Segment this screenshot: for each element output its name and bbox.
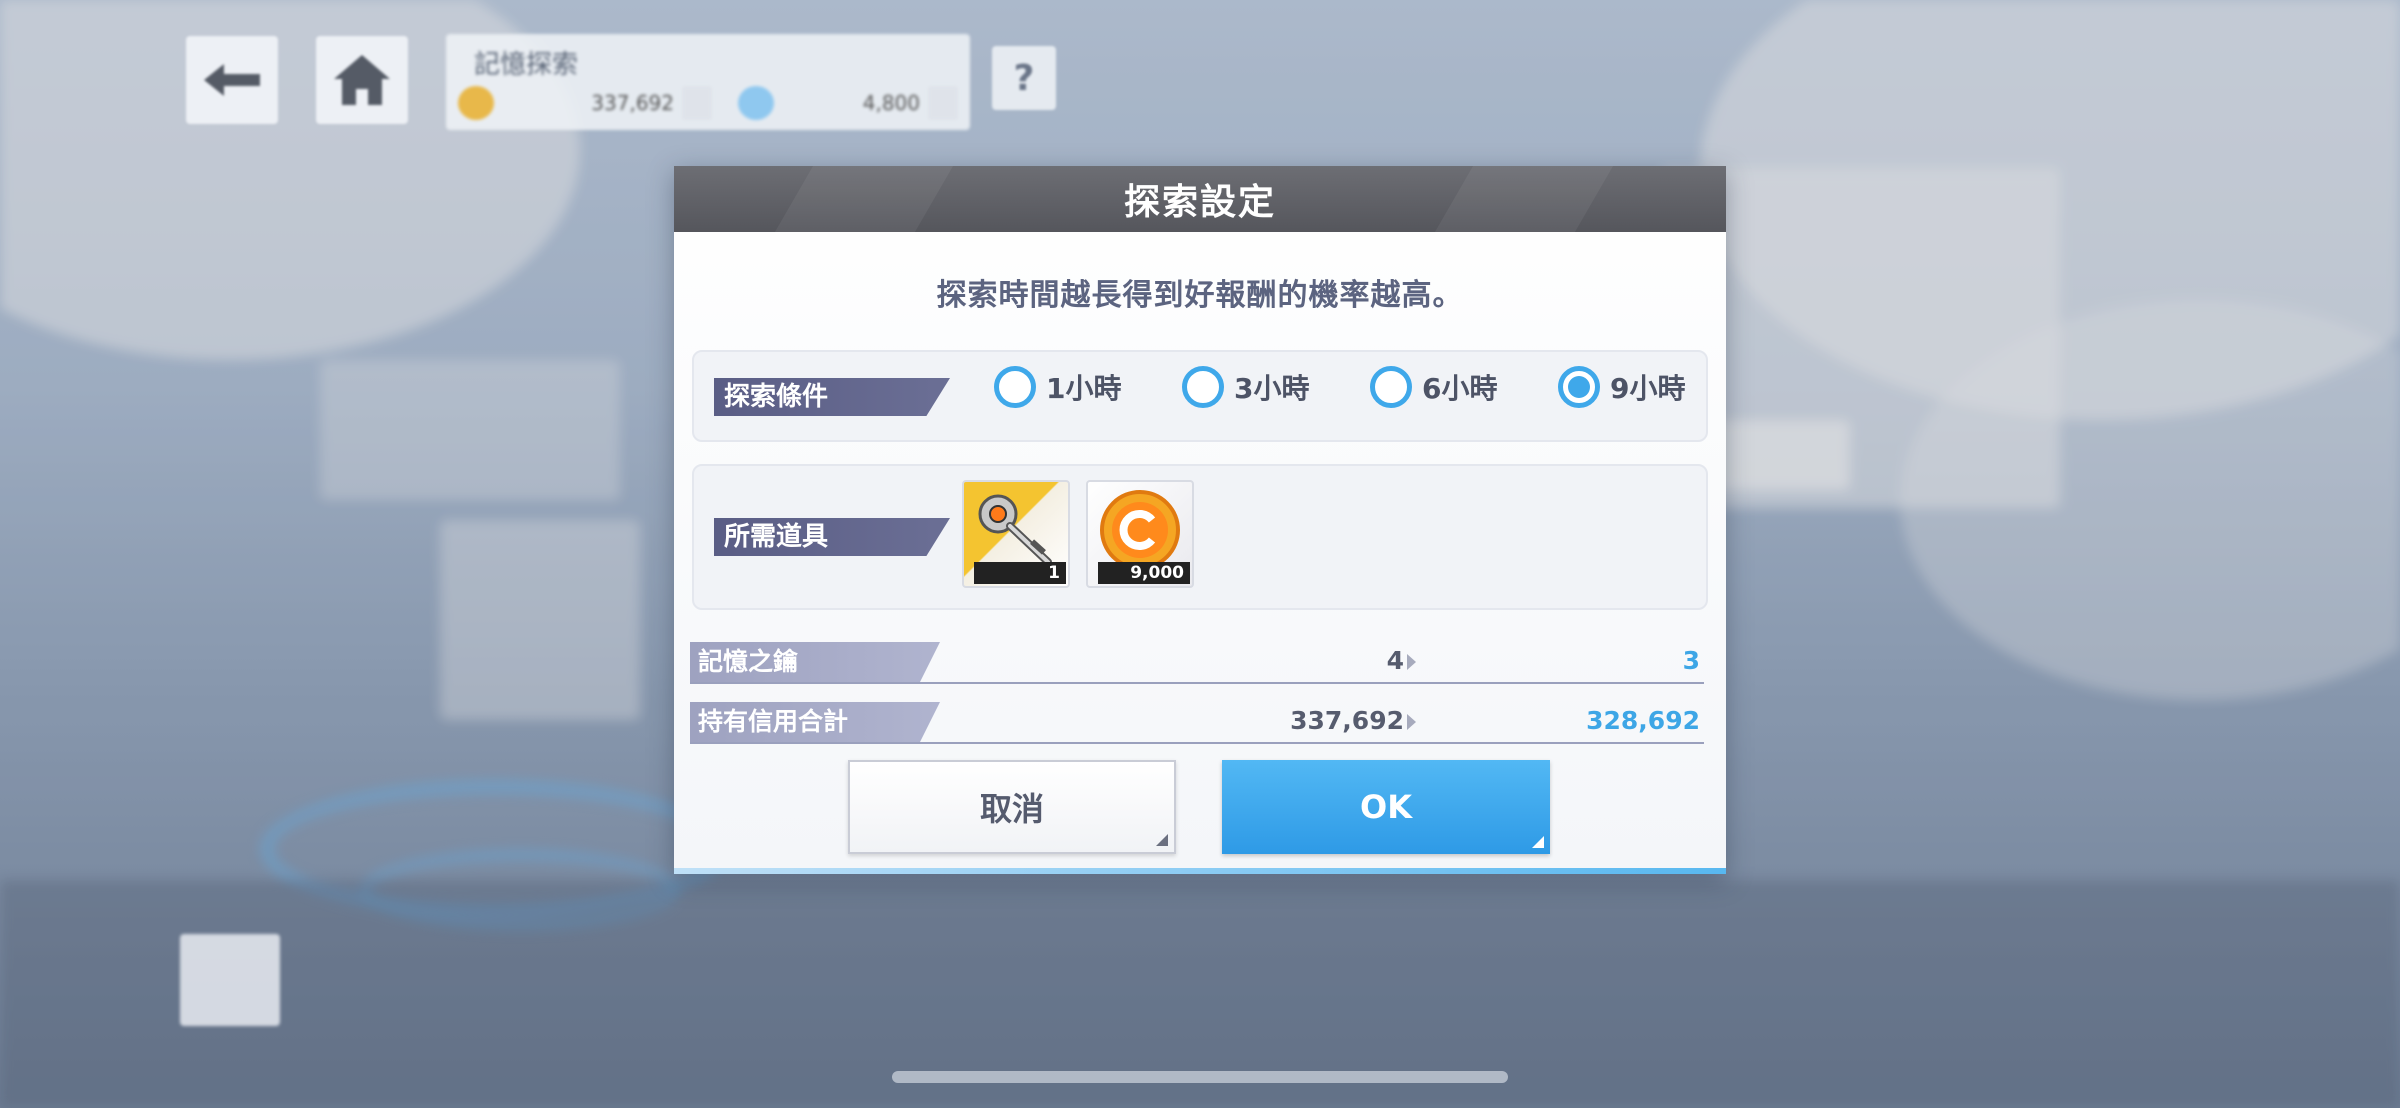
cancel-button[interactable]: 取消 — [848, 760, 1176, 854]
cancel-button-label: 取消 — [979, 790, 1044, 828]
gem-amount: 4,800 — [862, 91, 920, 115]
credit-coin-item[interactable]: 9,000 — [1086, 480, 1194, 588]
stat-label: 記憶之鑰 — [690, 642, 940, 682]
radio-circle-selected — [1558, 366, 1600, 408]
radio-label: 9小時 — [1610, 372, 1686, 405]
add-currency-button[interactable] — [682, 86, 712, 120]
resource-title: 記憶探索 — [474, 50, 579, 80]
home-indicator — [892, 1071, 1508, 1083]
explore-settings-dialog: 探索設定 探索時間越長得到好報酬的機率越高。 探索條件 1小時 3小時 6小時 … — [674, 166, 1726, 874]
home-button[interactable] — [316, 36, 408, 124]
memory-key-icon — [978, 494, 1052, 566]
corner-decoration-icon — [1532, 836, 1544, 848]
credit-coin-icon — [1100, 490, 1180, 570]
radio-3-hours[interactable]: 3小時 — [1182, 366, 1309, 408]
coin-icon — [458, 86, 494, 120]
stat-before: 337,692 — [1290, 706, 1404, 735]
radio-circle — [994, 366, 1036, 408]
required-items-box: 所需道具 1 9,000 — [692, 464, 1708, 610]
help-icon: ? — [1013, 57, 1035, 99]
radio-label: 6小時 — [1422, 372, 1498, 405]
condition-label: 探索條件 — [714, 378, 950, 416]
radio-circle — [1182, 366, 1224, 408]
back-arrow-icon — [204, 64, 260, 96]
radio-circle — [1370, 366, 1412, 408]
stat-row-memory-key: 記憶之鑰 4 3 — [690, 642, 1704, 684]
radio-label: 3小時 — [1234, 372, 1310, 405]
home-icon — [334, 55, 390, 105]
radio-9-hours[interactable]: 9小時 — [1558, 366, 1685, 408]
item-count: 1 — [974, 562, 1066, 584]
arrow-right-icon — [1407, 654, 1416, 670]
stat-row-credit-total: 持有信用合計 337,692 328,692 — [690, 702, 1704, 744]
add-gem-button[interactable] — [928, 86, 958, 120]
condition-box: 探索條件 1小時 3小時 6小時 9小時 — [692, 350, 1708, 442]
chat-button[interactable] — [180, 934, 280, 1026]
stat-after: 3 — [1682, 646, 1700, 675]
arrow-right-icon — [1407, 714, 1416, 730]
resource-panel: 記憶探索 337,692 4,800 — [446, 34, 970, 130]
item-count: 9,000 — [1098, 562, 1190, 584]
stat-before: 4 — [1386, 646, 1404, 675]
stat-after: 328,692 — [1586, 706, 1700, 735]
radio-label: 1小時 — [1046, 372, 1122, 405]
corner-decoration-icon — [1156, 834, 1168, 846]
ok-button[interactable]: OK — [1222, 760, 1550, 854]
gem-icon — [738, 86, 774, 120]
help-button[interactable]: ? — [992, 46, 1056, 110]
stat-label: 持有信用合計 — [690, 702, 940, 742]
ok-button-label: OK — [1360, 788, 1412, 826]
required-items-label: 所需道具 — [714, 518, 950, 556]
dialog-description: 探索時間越長得到好報酬的機率越高。 — [936, 278, 1464, 313]
currency-amount: 337,692 — [591, 91, 674, 115]
dialog-title: 探索設定 — [1123, 182, 1276, 223]
dialog-header: 探索設定 — [674, 166, 1726, 232]
radio-6-hours[interactable]: 6小時 — [1370, 366, 1497, 408]
radio-1-hour[interactable]: 1小時 — [994, 366, 1121, 408]
back-button[interactable] — [186, 36, 278, 124]
memory-key-item[interactable]: 1 — [962, 480, 1070, 588]
